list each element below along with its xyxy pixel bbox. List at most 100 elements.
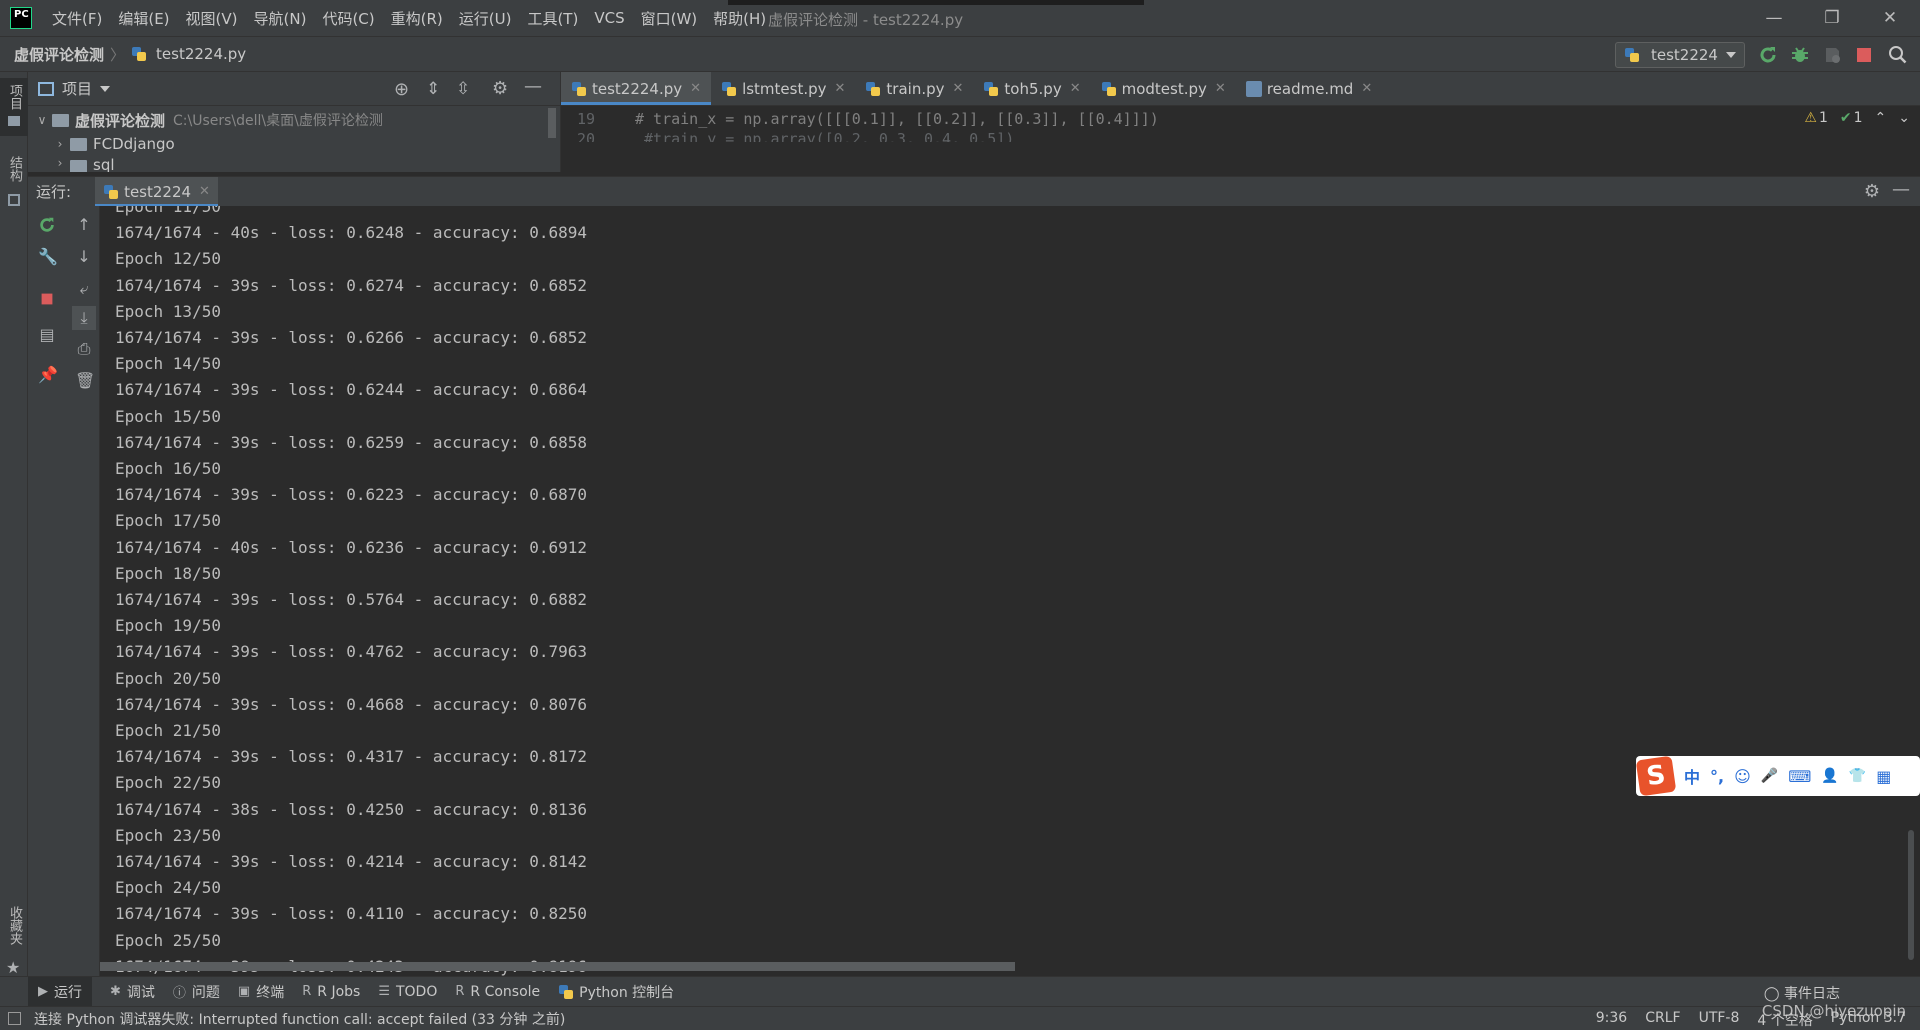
project-tool-tab[interactable]: 项目 — [0, 78, 28, 136]
run-configuration-select[interactable]: test2224 — [1615, 42, 1745, 68]
restore-button[interactable]: ❐ — [1804, 0, 1860, 36]
trash-icon[interactable]: 🗑 — [75, 372, 95, 390]
inspection-widget[interactable]: ⚠ 1 ✔ 1 ⌃ ⌄ — [1792, 110, 1910, 126]
close-icon[interactable]: ✕ — [1215, 81, 1226, 96]
tool-rjobs[interactable]: R R Jobs — [302, 984, 360, 1000]
menu-edit[interactable]: 编辑(E) — [118, 8, 169, 29]
code-line-partial[interactable]: 20 #train_y = np.array([0.2, 0.3, 0.4, 0… — [561, 130, 1920, 142]
hide-panel-icon[interactable]: — — [1892, 179, 1910, 200]
print-icon[interactable]: ⎙ — [75, 340, 93, 358]
chevron-down-icon[interactable] — [100, 85, 111, 92]
close-icon[interactable]: ✕ — [1361, 81, 1372, 96]
tab-readme[interactable]: readme.md ✕ — [1236, 72, 1382, 105]
tab-train[interactable]: train.py ✕ — [855, 72, 973, 105]
close-icon[interactable]: ✕ — [953, 81, 964, 96]
search-icon[interactable] — [1888, 45, 1908, 65]
gear-icon[interactable]: ⚙ — [492, 78, 508, 99]
ime-skin-icon[interactable]: 👕 — [1849, 768, 1866, 784]
menu-vcs[interactable]: VCS — [594, 9, 624, 27]
menu-view[interactable]: 视图(V) — [186, 8, 238, 29]
tab-lstmtest[interactable]: lstmtest.py ✕ — [711, 72, 855, 105]
minimize-button[interactable]: — — [1746, 0, 1802, 36]
run-console-output[interactable]: Epoch 11/50 1674/1674 - 40s - loss: 0.624… — [100, 206, 1920, 976]
tool-terminal[interactable]: ▣ 终端 — [238, 982, 284, 1002]
expand-all-icon[interactable]: ⇕ — [426, 79, 440, 99]
toggle-tool-windows-icon[interactable] — [8, 1012, 21, 1025]
code-line[interactable]: 19 # train_x = np.array([[[0.1]], [[0.2]… — [561, 106, 1920, 132]
menu-file[interactable]: 文件(F) — [52, 8, 102, 29]
soft-wrap-icon[interactable]: ⤶ — [75, 280, 93, 298]
arrow-up-icon[interactable]: ↑ — [75, 216, 93, 234]
menu-tools[interactable]: 工具(T) — [527, 8, 578, 29]
code-text[interactable]: #train_y = np.array([0.2, 0.3, 0.4, 0.5]… — [644, 130, 1014, 142]
ime-toolbar[interactable]: S 中 °, ☺ 🎤 ⌨ 👤 👕 ▦ — [1635, 755, 1920, 797]
menu-navigate[interactable]: 导航(N) — [254, 8, 307, 29]
collapse-all-icon[interactable]: ⇳ — [456, 79, 470, 99]
stop-icon[interactable] — [1854, 45, 1874, 65]
caret-position[interactable]: 9:36 — [1596, 1010, 1627, 1030]
close-window-button[interactable]: ✕ — [1862, 0, 1918, 36]
tab-modtest[interactable]: modtest.py ✕ — [1091, 72, 1236, 105]
status-message[interactable]: 连接 Python 调试器失败: Interrupted function ca… — [34, 1009, 565, 1029]
ime-voice-icon[interactable]: 🎤 — [1761, 768, 1778, 784]
menu-code[interactable]: 代码(C) — [322, 8, 374, 29]
rerun-icon[interactable] — [1758, 45, 1778, 65]
code-text[interactable]: # train_x = np.array([[[0.1]], [[0.2]], … — [635, 110, 1159, 128]
tool-debug[interactable]: ✱ 调试 — [110, 982, 155, 1002]
gear-icon[interactable]: ⚙ — [1864, 181, 1880, 202]
tab-toh5[interactable]: toh5.py ✕ — [973, 72, 1090, 105]
ime-emoji-icon[interactable]: ☺ — [1734, 767, 1751, 786]
tool-event-log[interactable]: ◯ 事件日志 — [1764, 983, 1840, 1003]
project-panel-title[interactable]: 项目 — [62, 78, 92, 99]
tab-test2224[interactable]: test2224.py ✕ — [561, 72, 712, 105]
chevron-up-icon[interactable]: ⌃ — [1875, 110, 1887, 126]
locate-icon[interactable]: ⊕ — [394, 79, 409, 100]
structure-tool-tab[interactable]: 结构 — [0, 152, 28, 212]
menu-window[interactable]: 窗口(W) — [641, 8, 698, 29]
ime-chinese-mode[interactable]: 中 — [1684, 764, 1700, 788]
menu-help[interactable]: 帮助(H) — [713, 8, 766, 29]
ime-user-icon[interactable]: 👤 — [1821, 768, 1838, 784]
menu-run[interactable]: 运行(U) — [459, 8, 512, 29]
run-tab-test2224[interactable]: test2224 ✕ — [95, 176, 218, 207]
ime-punctuation-icon[interactable]: °, — [1710, 767, 1724, 786]
tree-root-path: C:\Users\dell\桌面\虚假评论检测 — [173, 113, 383, 129]
menu-refactor[interactable]: 重构(R) — [391, 8, 443, 29]
chevron-down-icon[interactable]: ⌄ — [1898, 110, 1910, 126]
info-icon: ⓘ — [172, 986, 186, 1001]
tool-rconsole[interactable]: R R Console — [455, 984, 540, 1000]
tool-problems[interactable]: ⓘ 问题 — [173, 982, 220, 1002]
wrench-icon[interactable]: 🔧 — [38, 248, 58, 266]
tree-item-fcddjango[interactable]: › FCDdjango — [50, 132, 175, 156]
rerun-icon[interactable] — [38, 216, 56, 234]
tool-todo[interactable]: ☰ TODO — [378, 984, 437, 1000]
console-epoch-line: Epoch 17/50 — [115, 511, 221, 531]
stop-icon[interactable] — [38, 290, 56, 308]
scroll-to-end-icon[interactable]: ⤓ — [72, 306, 96, 330]
arrow-down-icon[interactable]: ↓ — [75, 248, 93, 266]
line-separator[interactable]: CRLF — [1645, 1010, 1680, 1030]
run-configuration-label: test2224 — [1651, 46, 1718, 64]
ime-menu-icon[interactable]: ▦ — [1876, 767, 1891, 786]
console-horizontal-scrollbar[interactable] — [100, 962, 1015, 971]
debug-icon[interactable] — [1790, 45, 1810, 65]
title-overlay-strip — [728, 0, 1144, 5]
breadcrumb-project[interactable]: 虚假评论检测 — [14, 44, 104, 65]
layout-icon[interactable]: ▤ — [38, 326, 56, 344]
console-vertical-scrollbar[interactable] — [1908, 830, 1914, 960]
tool-run[interactable]: ▶ 运行 — [28, 976, 92, 1007]
breadcrumb-file[interactable]: test2224.py — [156, 45, 246, 63]
close-icon[interactable]: ✕ — [1070, 81, 1081, 96]
close-icon[interactable]: ✕ — [199, 184, 210, 199]
hide-panel-icon[interactable]: — — [524, 76, 542, 97]
file-encoding[interactable]: UTF-8 — [1699, 1010, 1740, 1030]
ime-keyboard-icon[interactable]: ⌨ — [1788, 767, 1811, 786]
pin-icon[interactable]: 📌 — [38, 366, 58, 384]
tree-item-root[interactable]: ∨ 虚假评论检测 C:\Users\dell\桌面\虚假评论检测 — [28, 108, 383, 132]
tree-item-sql[interactable]: › sql — [50, 156, 115, 172]
close-icon[interactable]: ✕ — [835, 81, 846, 96]
coverage-icon[interactable] — [1822, 45, 1842, 65]
tree-scrollbar[interactable] — [548, 108, 556, 138]
close-icon[interactable]: ✕ — [690, 81, 701, 96]
tool-python-console[interactable]: Python 控制台 — [558, 982, 674, 1002]
